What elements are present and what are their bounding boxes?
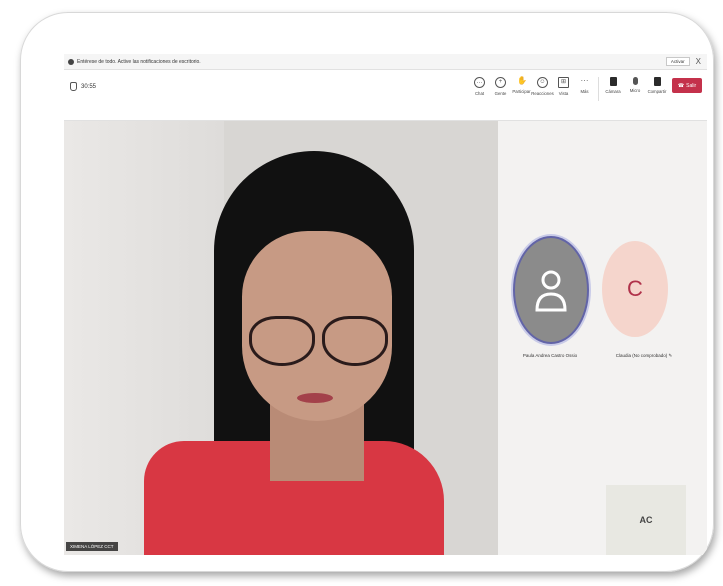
- participant-name-2-text: Claudia (No comprobado): [615, 353, 668, 358]
- view-label: Vista: [558, 91, 569, 96]
- hand-icon: ✋: [517, 76, 527, 85]
- participant-avatar-2[interactable]: C: [602, 241, 668, 337]
- more-button[interactable]: ··· Más: [574, 73, 595, 95]
- raise-hand-button[interactable]: ✋ Participar: [511, 73, 532, 95]
- call-timer: 30:55: [70, 82, 96, 91]
- chat-label: Chat: [474, 91, 485, 96]
- phone-icon: ☎: [677, 82, 685, 89]
- activate-notifications-button[interactable]: Activar: [665, 57, 690, 66]
- leave-label: Salir: [686, 82, 697, 89]
- reactions-label: Reacciones: [531, 91, 554, 96]
- person-icon: [535, 270, 567, 312]
- screenshot-frame: Entérese de todo. Active las notificacio…: [20, 12, 714, 572]
- participant-initial-2: C: [627, 276, 643, 301]
- share-icon: [653, 77, 661, 86]
- toolbar-actions: … Chat + Gente ✋ Participar ☺ Reacciones…: [469, 73, 707, 117]
- self-initials: AC: [639, 515, 653, 525]
- shield-icon: [70, 82, 77, 91]
- participate-label: Participar: [512, 89, 531, 94]
- reactions-button[interactable]: ☺ Reacciones: [531, 73, 554, 96]
- notification-bar: Entérese de todo. Active las notificacio…: [64, 54, 707, 70]
- notification-text: Entérese de todo. Active las notificacio…: [77, 58, 201, 65]
- meeting-window: Entérese de todo. Active las notificacio…: [64, 54, 707, 555]
- mic-label: Micro: [629, 88, 641, 93]
- participant-name-1: Paula Andrea Castro Ossio: [522, 353, 578, 358]
- people-button[interactable]: + Gente: [490, 73, 511, 96]
- share-button[interactable]: Compartir: [646, 73, 668, 94]
- people-label: Gente: [494, 91, 507, 96]
- speaker-name-label: XIMENA LÓPEZ CCT: [66, 542, 118, 551]
- mic-off-icon: ✎: [668, 353, 673, 358]
- more-label: Más: [580, 89, 589, 94]
- share-label: Compartir: [647, 89, 667, 94]
- smile-icon: ☺: [537, 77, 548, 88]
- participant-name-2: Claudia (No comprobado) ✎: [602, 353, 686, 359]
- video-subject-lips: [297, 393, 333, 403]
- glasses-right-lens: [322, 316, 388, 366]
- meeting-toolbar: 30:55 … Chat + Gente ✋ Participar ☺ Reac…: [64, 70, 707, 121]
- main-video: XIMENA LÓPEZ CCT: [64, 121, 498, 555]
- leave-button[interactable]: ☎ Salir: [672, 78, 702, 93]
- self-video-tile[interactable]: AC: [606, 485, 686, 555]
- timer-text: 30:55: [81, 83, 97, 90]
- mic-button[interactable]: Micro: [624, 73, 646, 93]
- chat-icon: …: [474, 77, 485, 88]
- glasses-left-lens: [249, 316, 315, 366]
- participants-panel: Paula Andrea Castro Ossio C Claudia (No …: [498, 121, 707, 555]
- info-icon: [68, 58, 74, 65]
- participant-avatar-1[interactable]: [513, 236, 589, 344]
- camera-button[interactable]: Cámara: [602, 73, 624, 94]
- mic-icon: [632, 77, 638, 85]
- grid-icon: ⊞: [558, 77, 569, 88]
- toolbar-divider: [598, 77, 599, 101]
- view-button[interactable]: ⊞ Vista: [553, 73, 574, 96]
- people-icon: +: [495, 77, 506, 88]
- camera-icon: [609, 77, 617, 86]
- more-icon: ···: [580, 76, 589, 85]
- close-icon[interactable]: X: [696, 57, 701, 66]
- camera-label: Cámara: [605, 89, 621, 94]
- chat-button[interactable]: … Chat: [469, 73, 490, 96]
